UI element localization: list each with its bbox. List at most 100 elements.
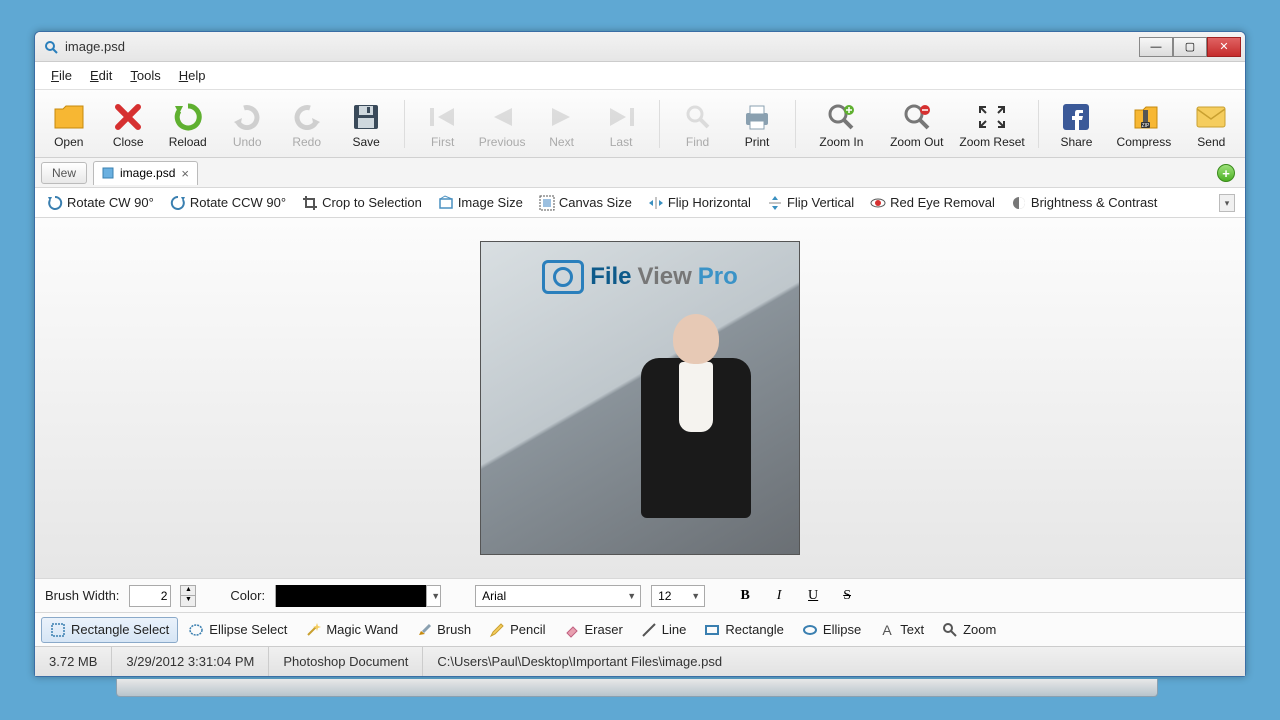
flip-v-icon — [767, 195, 783, 211]
compress-button[interactable]: ZIP Compress — [1108, 97, 1179, 151]
rotate-cw-button[interactable]: Rotate CW 90° — [41, 192, 160, 214]
italic-button[interactable]: I — [767, 585, 791, 607]
first-button[interactable]: First — [415, 97, 470, 151]
maximize-button[interactable]: ▢ — [1173, 37, 1207, 57]
tab-image[interactable]: image.psd × — [93, 161, 198, 185]
canvas-area: FileViewPro — [35, 218, 1245, 578]
image-size-button[interactable]: Image Size — [432, 192, 529, 214]
zoom-reset-button[interactable]: Zoom Reset — [956, 97, 1027, 151]
background-window-edge — [116, 679, 1158, 697]
tab-label: image.psd — [120, 166, 175, 180]
zoom-in-icon — [826, 99, 856, 135]
brightness-icon — [1011, 195, 1027, 211]
menu-help[interactable]: Help — [171, 64, 214, 87]
status-type: Photoshop Document — [269, 647, 423, 676]
eraser-icon — [564, 622, 580, 638]
crop-button[interactable]: Crop to Selection — [296, 192, 428, 214]
next-button[interactable]: Next — [534, 97, 589, 151]
options-bar: Brush Width: ▲▼ Color: ▼ Arial▼ 12▼ B I … — [35, 578, 1245, 612]
rectangle-tool[interactable]: Rectangle — [696, 618, 792, 642]
strikethrough-button[interactable]: S — [835, 585, 859, 607]
close-file-button[interactable]: Close — [100, 97, 155, 151]
text-icon: A — [879, 622, 895, 638]
eraser-tool[interactable]: Eraser — [556, 618, 631, 642]
minimize-button[interactable]: — — [1139, 37, 1173, 57]
add-tab-button[interactable]: + — [1217, 164, 1235, 182]
rect-select-icon — [50, 622, 66, 638]
envelope-icon — [1195, 99, 1227, 135]
text-tool[interactable]: AText — [871, 618, 932, 642]
brush-width-spinner[interactable]: ▲▼ — [180, 585, 196, 607]
underline-button[interactable]: U — [801, 585, 825, 607]
share-button[interactable]: Share — [1049, 97, 1104, 151]
font-select[interactable]: Arial▼ — [475, 585, 641, 607]
brightness-button[interactable]: Brightness & Contrast — [1005, 192, 1163, 214]
menu-edit[interactable]: Edit — [82, 64, 120, 87]
main-toolbar: Open Close Reload Undo Redo Save First — [35, 90, 1245, 158]
previous-icon — [488, 99, 516, 135]
save-icon — [352, 99, 380, 135]
zoom-out-button[interactable]: Zoom Out — [881, 97, 952, 151]
red-eye-button[interactable]: Red Eye Removal — [864, 192, 1001, 214]
previous-button[interactable]: Previous — [474, 97, 529, 151]
brush-width-input[interactable] — [129, 585, 171, 607]
find-button[interactable]: Find — [670, 97, 725, 151]
line-tool[interactable]: Line — [633, 618, 695, 642]
tab-close-icon[interactable]: × — [181, 166, 189, 181]
rectangle-select-tool[interactable]: Rectangle Select — [41, 617, 178, 643]
color-picker[interactable]: ▼ — [275, 585, 441, 607]
color-label: Color: — [230, 588, 265, 603]
rotate-cw-icon — [47, 195, 63, 211]
last-button[interactable]: Last — [593, 97, 648, 151]
zoom-icon — [942, 622, 958, 638]
magic-wand-icon — [305, 622, 321, 638]
menu-tools[interactable]: Tools — [122, 64, 168, 87]
menu-file[interactable]: File — [43, 64, 80, 87]
magic-wand-tool[interactable]: Magic Wand — [297, 618, 406, 642]
file-icon — [102, 167, 114, 179]
next-icon — [548, 99, 576, 135]
zoom-in-button[interactable]: Zoom In — [806, 97, 877, 151]
rotate-ccw-button[interactable]: Rotate CCW 90° — [164, 192, 292, 214]
open-button[interactable]: Open — [41, 97, 96, 151]
reload-icon — [173, 99, 203, 135]
redo-button[interactable]: Redo — [279, 97, 334, 151]
color-swatch — [276, 585, 426, 607]
brush-width-label: Brush Width: — [45, 588, 119, 603]
tab-row: New image.psd × + — [35, 158, 1245, 188]
flip-horizontal-button[interactable]: Flip Horizontal — [642, 192, 757, 214]
toolbar-separator — [659, 100, 660, 148]
svg-text:ZIP: ZIP — [1141, 123, 1149, 129]
edit-toolbar: Rotate CW 90° Rotate CCW 90° Crop to Sel… — [35, 188, 1245, 218]
redo-icon — [292, 99, 322, 135]
app-icon — [43, 39, 59, 55]
new-tab-button[interactable]: New — [41, 162, 87, 184]
ellipse-select-tool[interactable]: Ellipse Select — [180, 618, 295, 642]
zoom-reset-icon — [976, 99, 1008, 135]
save-button[interactable]: Save — [338, 97, 393, 151]
titlebar: image.psd — ▢ ✕ — [35, 32, 1245, 62]
zoom-tool[interactable]: Zoom — [934, 618, 1004, 642]
print-button[interactable]: Print — [729, 97, 784, 151]
image-content: FileViewPro — [481, 242, 799, 554]
pencil-tool[interactable]: Pencil — [481, 618, 553, 642]
undo-button[interactable]: Undo — [219, 97, 274, 151]
bold-button[interactable]: B — [733, 585, 757, 607]
edit-toolbar-overflow[interactable]: ▾ — [1219, 194, 1235, 212]
undo-icon — [232, 99, 262, 135]
window-controls: — ▢ ✕ — [1139, 37, 1241, 57]
image-preview[interactable]: FileViewPro — [480, 241, 800, 555]
rotate-ccw-icon — [170, 195, 186, 211]
ellipse-tool[interactable]: Ellipse — [794, 618, 869, 642]
ellipse-select-icon — [188, 622, 204, 638]
close-button[interactable]: ✕ — [1207, 37, 1241, 57]
image-subject — [637, 314, 757, 534]
reload-button[interactable]: Reload — [160, 97, 215, 151]
flip-vertical-button[interactable]: Flip Vertical — [761, 192, 860, 214]
red-eye-icon — [870, 195, 886, 211]
brush-tool[interactable]: Brush — [408, 618, 479, 642]
send-button[interactable]: Send — [1184, 97, 1239, 151]
canvas-size-button[interactable]: Canvas Size — [533, 192, 638, 214]
close-icon — [114, 99, 142, 135]
font-size-select[interactable]: 12▼ — [651, 585, 705, 607]
